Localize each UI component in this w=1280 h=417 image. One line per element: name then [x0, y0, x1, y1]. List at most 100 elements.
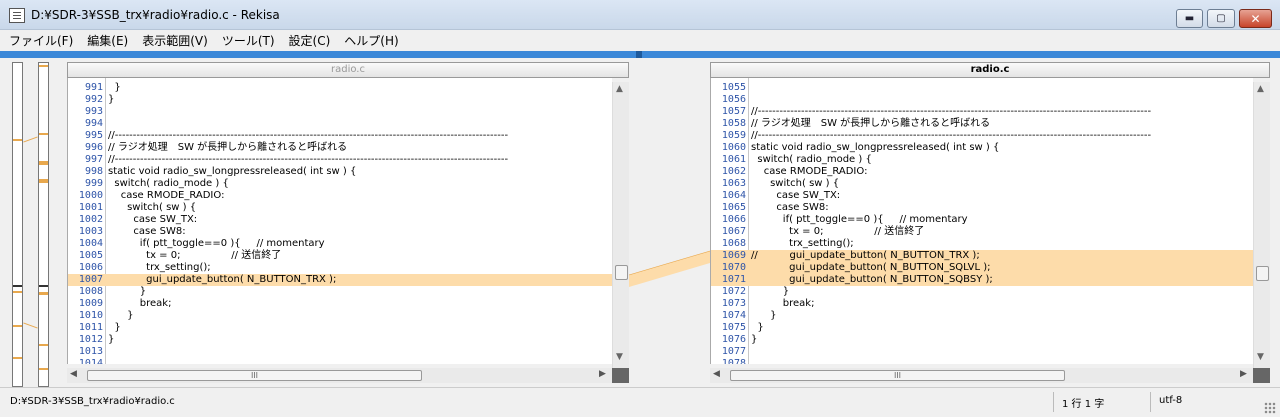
code-line[interactable]: 1003 case SW8: [68, 226, 612, 238]
code-line[interactable]: 1013 [68, 346, 612, 358]
right-vertical-scrollbar[interactable]: ▲ ▼ [1253, 82, 1270, 368]
code-line[interactable]: 1008 } [68, 286, 612, 298]
code-line[interactable]: 991 } [68, 82, 612, 94]
code-line[interactable]: 1057 //----------------------------------… [711, 106, 1253, 118]
menu-settings[interactable]: 設定(C) [289, 32, 331, 49]
code-line[interactable]: 1067 tx = 0; // 送信終了 [711, 226, 1253, 238]
line-number: 1014 [78, 358, 103, 364]
code-line[interactable]: 1076} [711, 334, 1253, 346]
code-line[interactable]: 1071 gui_update_button( N_BUTTON_SQBSY )… [711, 274, 1253, 286]
line-number: 1060 [721, 142, 746, 153]
code-text: switch( sw ) { [108, 202, 197, 213]
code-line[interactable]: 1007 gui_update_button( N_BUTTON_TRX ); [68, 274, 612, 286]
scroll-left-icon[interactable]: ◀ [713, 369, 720, 379]
right-file-header: radio.c [710, 62, 1270, 78]
code-line[interactable]: 1009 break; [68, 298, 612, 310]
line-number: 1003 [78, 226, 103, 237]
code-line[interactable]: 1058 // ラジオ処理 SW が長押しから離されると呼ばれる [711, 118, 1253, 130]
code-line[interactable]: 1065 case SW8: [711, 202, 1253, 214]
line-number: 1004 [78, 238, 103, 249]
code-line[interactable]: 1078 [711, 358, 1253, 364]
code-line[interactable]: 1064 case SW_TX: [711, 190, 1253, 202]
code-line[interactable]: 1002 case SW_TX: [68, 214, 612, 226]
code-line[interactable]: 1011 } [68, 322, 612, 334]
code-text: case SW_TX: [751, 190, 841, 201]
code-line[interactable]: 1060 static void radio_sw_longpressreleas… [711, 142, 1253, 154]
code-line[interactable]: 1001 switch( sw ) { [68, 202, 612, 214]
line-number: 997 [84, 154, 103, 165]
scroll-right-icon[interactable]: ▶ [1240, 369, 1247, 379]
code-line[interactable]: 995 //-----------------------------------… [68, 130, 612, 142]
close-button[interactable]: ✕ [1239, 9, 1272, 28]
code-line[interactable]: 1069 // gui_update_button( N_BUTTON_TRX )… [711, 250, 1253, 262]
code-line[interactable]: 1056 [711, 94, 1253, 106]
code-line[interactable]: 1014 [68, 358, 612, 364]
code-line[interactable]: 1059 //----------------------------------… [711, 130, 1253, 142]
scroll-down-icon[interactable]: ▼ [616, 352, 623, 362]
left-hscroll-thumb[interactable]: III [87, 370, 422, 381]
line-number: 993 [84, 106, 103, 117]
right-vscroll-thumb[interactable] [1256, 266, 1269, 281]
right-horizontal-scrollbar[interactable]: ◀ III ▶ [710, 368, 1253, 383]
line-number: 996 [84, 142, 103, 153]
diff-position-bar[interactable] [0, 51, 1280, 58]
line-number: 1063 [721, 178, 746, 189]
code-line[interactable]: 1066 if( ptt_toggle==0 ){ // momentary [711, 214, 1253, 226]
left-horizontal-scrollbar[interactable]: ◀ III ▶ [67, 368, 612, 383]
code-line[interactable]: 1073 break; [711, 298, 1253, 310]
left-editor[interactable]: 991 } 992} 993 994 995//--------------------… [67, 78, 612, 364]
right-hscroll-thumb[interactable]: III [730, 370, 1065, 381]
scroll-up-icon[interactable]: ▲ [616, 84, 623, 94]
code-line[interactable]: 1061 switch( radio_mode ) { [711, 154, 1253, 166]
right-editor[interactable]: 1055 1056 1057 //--------------------------… [710, 78, 1253, 364]
code-line[interactable]: 994 [68, 118, 612, 130]
code-line[interactable]: 1005 tx = 0; // 送信終了 [68, 250, 612, 262]
scroll-up-icon[interactable]: ▲ [1257, 84, 1264, 94]
scroll-down-icon[interactable]: ▼ [1257, 352, 1264, 362]
left-vertical-scrollbar[interactable]: ▲ ▼ [612, 82, 629, 368]
code-text: gui_update_button( N_BUTTON_TRX ); [108, 274, 337, 285]
menu-file[interactable]: ファイル(F) [9, 32, 73, 49]
left-vscroll-thumb[interactable] [615, 265, 628, 280]
maximize-button[interactable]: ▢ [1207, 9, 1235, 28]
scroll-left-icon[interactable]: ◀ [70, 369, 77, 379]
menu-help[interactable]: ヘルプ(H) [344, 32, 398, 49]
code-line[interactable]: 1077 [711, 346, 1253, 358]
code-line[interactable]: 997 //-----------------------------------… [68, 154, 612, 166]
minimize-button[interactable]: ▬ [1176, 9, 1203, 28]
menu-edit[interactable]: 編集(E) [87, 32, 128, 49]
code-line[interactable]: 1010 } [68, 310, 612, 322]
left-pane: radio.c 991 } 992} 993 994 995//------------… [67, 62, 629, 364]
menu-view-range[interactable]: 表示範囲(V) [142, 32, 208, 49]
code-line[interactable]: 1000 case RMODE_RADIO: [68, 190, 612, 202]
code-line[interactable]: 1075 } [711, 322, 1253, 334]
code-line[interactable]: 996 // ラジオ処理 SW が長押しから離されると呼ばれる [68, 142, 612, 154]
code-text: switch( sw ) { [751, 178, 840, 189]
overview-mark [13, 285, 22, 287]
code-line[interactable]: 1074 } [711, 310, 1253, 322]
code-line[interactable]: 1062 case RMODE_RADIO: [711, 166, 1253, 178]
code-line[interactable]: 1006 trx_setting(); [68, 262, 612, 274]
code-text: if( ptt_toggle==0 ){ // momentary [108, 238, 325, 249]
resize-grip-icon[interactable] [1264, 402, 1276, 414]
code-line[interactable]: 998 static void radio_sw_longpressrelease… [68, 166, 612, 178]
overview-mark [39, 285, 48, 287]
code-line[interactable]: 1063 switch( sw ) { [711, 178, 1253, 190]
code-line[interactable]: 1068 trx_setting(); [711, 238, 1253, 250]
code-line[interactable]: 1072 } [711, 286, 1253, 298]
overview-right-bar[interactable] [38, 62, 49, 387]
code-line[interactable]: 993 [68, 106, 612, 118]
code-line[interactable]: 1012} [68, 334, 612, 346]
code-line[interactable]: 999 switch( radio_mode ) { [68, 178, 612, 190]
line-number: 1001 [78, 202, 103, 213]
code-line[interactable]: 1055 [711, 82, 1253, 94]
code-text: } [108, 322, 121, 333]
diff-overview-map[interactable] [8, 62, 56, 387]
overview-mark [39, 65, 48, 67]
code-line[interactable]: 1070 gui_update_button( N_BUTTON_SQLVL )… [711, 262, 1253, 274]
overview-left-bar[interactable] [12, 62, 23, 387]
menu-tools[interactable]: ツール(T) [222, 32, 275, 49]
code-line[interactable]: 992} [68, 94, 612, 106]
scroll-right-icon[interactable]: ▶ [599, 369, 606, 379]
code-line[interactable]: 1004 if( ptt_toggle==0 ){ // momentary [68, 238, 612, 250]
